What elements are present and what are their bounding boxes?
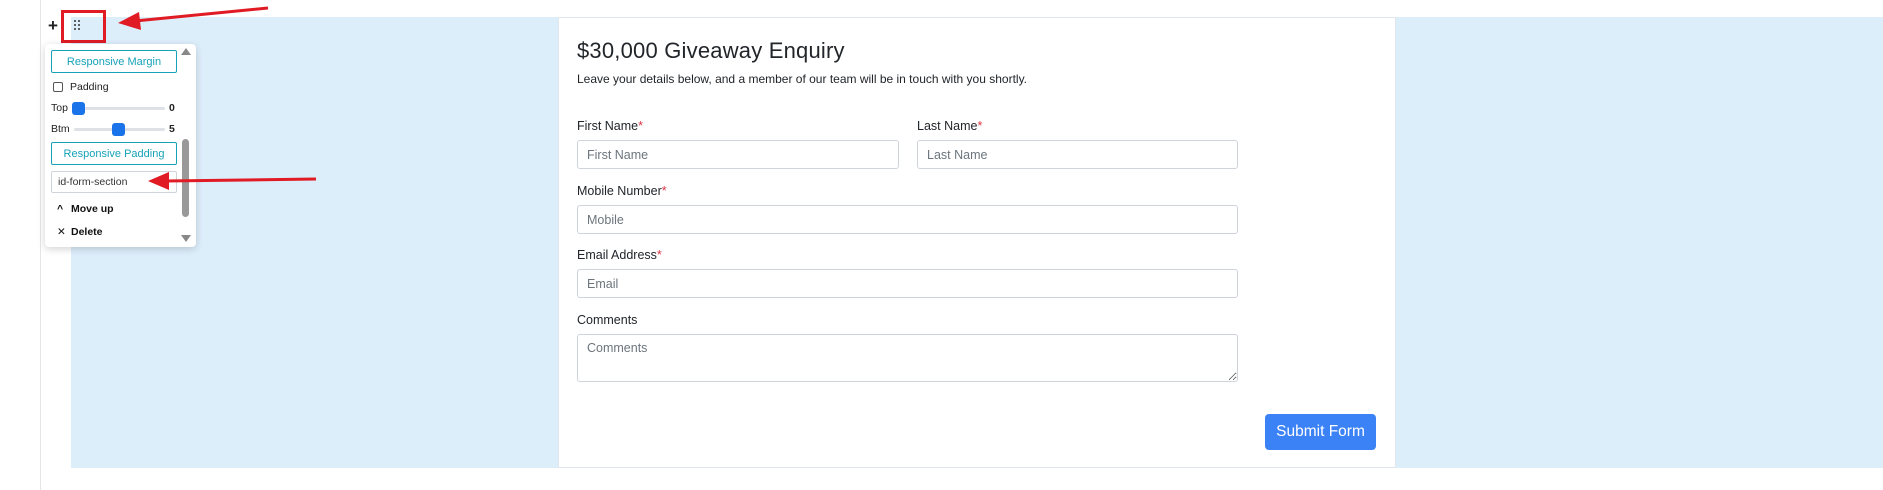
annotation-layer <box>118 6 317 190</box>
annotation-arrow-drag-handle <box>118 6 269 30</box>
annotation-arrow-id-field <box>148 172 317 190</box>
